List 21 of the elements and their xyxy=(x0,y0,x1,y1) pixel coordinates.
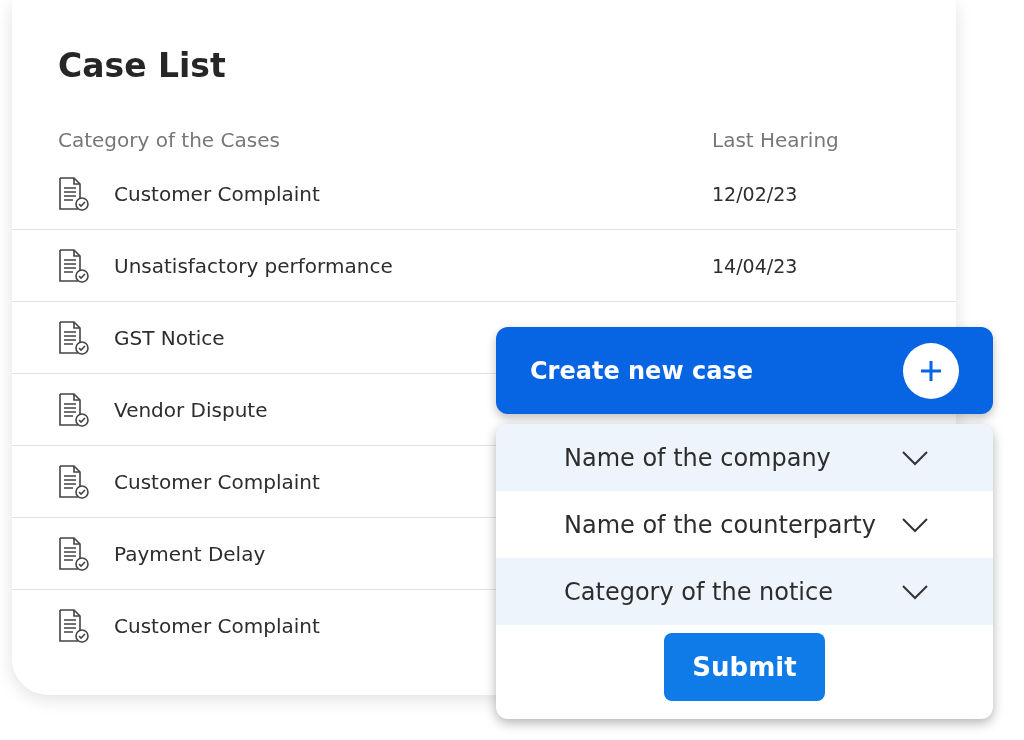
column-header: Last Hearing xyxy=(712,128,839,152)
dropdown-field[interactable]: Name of the company xyxy=(496,424,993,491)
chevron-down-icon xyxy=(901,449,929,466)
banner-title: Create new case xyxy=(530,356,753,385)
case-category: Customer Complaint xyxy=(114,469,321,494)
card-title: Case List xyxy=(58,45,227,87)
dropdown-field[interactable]: Name of the counterparty xyxy=(496,491,993,558)
dropdown-field[interactable]: Category of the notice xyxy=(496,558,993,625)
submit-button[interactable]: Submit xyxy=(664,633,825,701)
case-category: Unsatisfactory performance xyxy=(114,253,394,278)
case-category: Payment Delay xyxy=(114,541,267,566)
case-category: Vendor Dispute xyxy=(114,397,269,422)
plus-icon xyxy=(920,359,942,382)
case-category: Customer Complaint xyxy=(114,181,321,206)
column-header: Category of the Cases xyxy=(58,128,281,152)
chevron-down-icon xyxy=(901,516,929,533)
hearing-date: 12/02/23 xyxy=(712,182,798,205)
case-category: Customer Complaint xyxy=(114,613,321,638)
hearing-date: 14/04/23 xyxy=(712,254,798,277)
chevron-down-icon xyxy=(901,583,929,600)
case-category: GST Notice xyxy=(114,325,226,350)
